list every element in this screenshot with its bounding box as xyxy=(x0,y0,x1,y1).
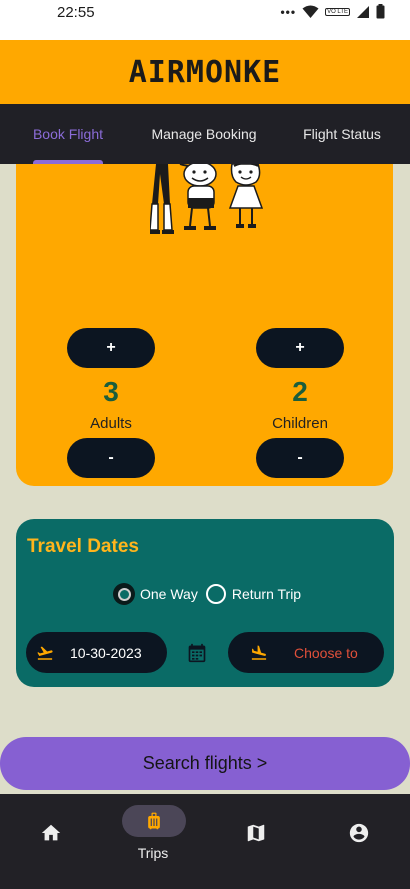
calendar-icon[interactable] xyxy=(187,643,207,663)
status-time: 22:55 xyxy=(57,4,95,21)
account-icon xyxy=(349,823,369,843)
app-logo: AIRMONKE xyxy=(128,54,282,90)
top-tab-bar: Book Flight Manage Booking Flight Status xyxy=(0,104,410,164)
tab-manage-booking[interactable]: Manage Booking xyxy=(140,104,268,164)
signal-icon xyxy=(357,5,369,18)
home-icon xyxy=(41,824,61,841)
battery-icon xyxy=(376,4,385,19)
adults-decrement-button[interactable]: - xyxy=(67,438,155,478)
adults-count: 3 xyxy=(103,376,119,407)
children-label: Children xyxy=(272,415,328,432)
to-date-button[interactable]: Choose to xyxy=(228,632,384,673)
children-increment-button[interactable]: + xyxy=(256,328,344,368)
travel-dates-card: Travel Dates One Way Return Trip 10-30-2… xyxy=(16,519,394,687)
search-flights-button[interactable]: Search flights > xyxy=(0,737,410,790)
one-way-label[interactable]: One Way xyxy=(140,586,198,602)
family-illustration xyxy=(150,164,264,234)
flight-land-icon xyxy=(251,645,267,660)
children-count: 2 xyxy=(292,376,308,407)
children-decrement-button[interactable]: - xyxy=(256,438,344,478)
return-trip-radio[interactable] xyxy=(205,584,226,604)
more-dots-icon: ••• xyxy=(280,4,297,19)
app-header: AIRMONKE xyxy=(0,40,410,104)
tab-book-flight[interactable]: Book Flight xyxy=(20,104,116,164)
wifi-icon xyxy=(302,5,319,18)
tab-flight-status[interactable]: Flight Status xyxy=(288,104,396,164)
to-date-placeholder: Choose to xyxy=(294,644,358,661)
luggage-icon xyxy=(148,812,160,830)
return-trip-label[interactable]: Return Trip xyxy=(232,586,301,602)
nav-home[interactable] xyxy=(0,794,102,889)
one-way-radio[interactable] xyxy=(114,584,134,604)
travel-dates-title: Travel Dates xyxy=(27,536,139,557)
from-date-value: 10-30-2023 xyxy=(70,644,142,661)
nav-trips-active-pill[interactable] xyxy=(122,805,186,837)
adults-label: Adults xyxy=(90,415,132,432)
status-icons: ••• VO LTE xyxy=(280,4,385,19)
bottom-navigation: Trips xyxy=(0,794,410,889)
nav-account[interactable] xyxy=(308,794,410,889)
nav-map[interactable] xyxy=(205,794,307,889)
status-bar: 22:55 ••• VO LTE xyxy=(0,0,410,40)
flight-takeoff-icon xyxy=(37,646,53,660)
from-date-button[interactable]: 10-30-2023 xyxy=(26,632,167,673)
tab-active-indicator xyxy=(33,160,103,164)
adults-increment-button[interactable]: + xyxy=(67,328,155,368)
map-icon xyxy=(247,824,265,842)
volte-badge: VO LTE xyxy=(325,7,350,16)
trip-type-radio-group: One Way Return Trip xyxy=(114,584,301,604)
